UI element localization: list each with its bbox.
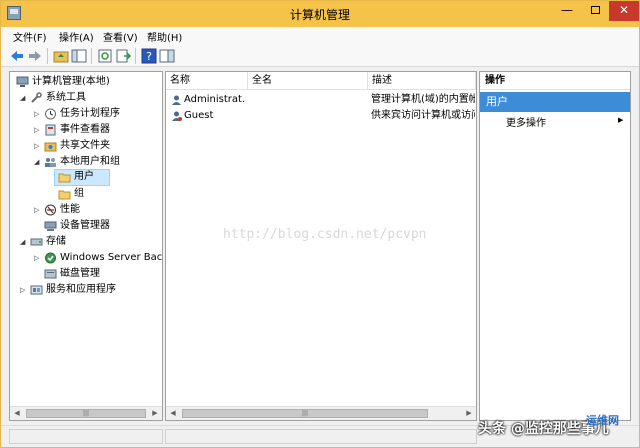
menu-help[interactable]: 帮助(H) — [147, 29, 182, 44]
storage-icon — [30, 238, 43, 246]
table-row[interactable]: Guest 供来宾访问计算机或访问 — [166, 108, 476, 124]
tree-item-event-viewer[interactable]: ▷ 事件查看器 — [12, 122, 160, 138]
device-manager-icon — [44, 221, 57, 231]
collapsed-arrow-icon[interactable]: ▷ — [34, 250, 42, 266]
collapsed-arrow-icon[interactable]: ▷ — [34, 122, 42, 138]
actions-section-users[interactable]: 用户 — [480, 92, 630, 112]
tree-item-disk-management[interactable]: 磁盘管理 — [12, 266, 160, 282]
minimize-button[interactable]: — — [553, 1, 581, 21]
forward-arrow-icon[interactable] — [27, 48, 43, 64]
window-title: 计算机管理 — [289, 8, 350, 22]
close-button[interactable]: ✕ — [609, 1, 639, 21]
user-icon — [172, 95, 181, 105]
overlay-logo: 运维网 — [586, 414, 619, 427]
clock-icon — [45, 108, 56, 120]
tree-item-local-users-groups[interactable]: ◢ 本地用户和组 — [12, 154, 160, 170]
shared-folder-icon — [44, 142, 57, 152]
disk-icon — [44, 269, 57, 279]
submenu-arrow-icon[interactable]: ▶ — [618, 116, 623, 124]
backup-icon — [45, 252, 56, 264]
toolbar: ? — [1, 45, 639, 67]
folder-icon — [58, 190, 71, 200]
refresh-icon[interactable] — [97, 48, 113, 64]
tree-item-computer-management[interactable]: 计算机管理(本地) — [12, 74, 160, 90]
collapsed-arrow-icon[interactable]: ▷ — [34, 106, 42, 122]
scroll-right-arrow-icon[interactable]: ▶ — [148, 407, 162, 420]
scroll-left-arrow-icon[interactable]: ◀ — [166, 407, 180, 420]
expanded-arrow-icon[interactable]: ◢ — [20, 90, 28, 106]
back-arrow-icon[interactable] — [9, 48, 25, 64]
computer-management-window: 计算机管理 — ✕ 文件(F) 操作(A) 查看(V) 帮助(H) ? 计算机管… — [0, 0, 640, 448]
tools-icon — [31, 92, 42, 103]
user-icon — [172, 111, 182, 121]
scroll-thumb[interactable]: ||| — [182, 409, 428, 418]
watermark-url: http://blog.csdn.net/pcvpn — [223, 227, 427, 242]
tree-item-shared-folders[interactable]: ▷ 共享文件夹 — [12, 138, 160, 154]
actions-pane: 操作 用户 更多操作 ▶ — [479, 71, 631, 421]
svg-text:?: ? — [146, 50, 152, 63]
tree-item-users[interactable]: 用户 — [54, 169, 110, 186]
user-description: 供来宾访问计算机或访问 — [371, 110, 475, 121]
show-hide-tree-icon[interactable] — [71, 48, 87, 64]
navigation-tree[interactable]: 计算机管理(本地) ◢ 系统工具 ▷ 任务计划程序 ▷ 事件查看器 ▷ 共享文件… — [9, 71, 163, 421]
maximize-button[interactable] — [581, 1, 609, 21]
menu-bar: 文件(F) 操作(A) 查看(V) 帮助(H) — [1, 27, 639, 45]
help-icon[interactable]: ? — [141, 48, 157, 64]
collapsed-arrow-icon[interactable]: ▷ — [34, 138, 42, 154]
scroll-thumb[interactable]: ||| — [26, 409, 146, 418]
properties-pane-icon[interactable] — [159, 48, 175, 64]
collapsed-arrow-icon[interactable]: ▷ — [20, 282, 28, 298]
folder-icon — [58, 173, 71, 183]
tree-item-services-applications[interactable]: ▷ 服务和应用程序 — [12, 282, 160, 298]
user-description: 管理计算机(域)的内置帐 — [371, 94, 475, 105]
up-folder-icon[interactable] — [53, 48, 69, 64]
tree-item-task-scheduler[interactable]: ▷ 任务计划程序 — [12, 106, 160, 122]
user-list[interactable]: 名称 全名 描述 Administrat... 管理计算机(域)的内置帐 Gue… — [165, 71, 477, 421]
users-icon — [45, 158, 56, 167]
table-row[interactable]: Administrat... 管理计算机(域)的内置帐 — [166, 92, 476, 108]
services-icon — [30, 285, 43, 295]
tree-item-windows-server-backup[interactable]: ▷ Windows Server Back — [12, 250, 162, 266]
event-viewer-icon — [45, 124, 56, 136]
tree-item-groups[interactable]: 组 — [12, 186, 160, 202]
collapsed-arrow-icon[interactable]: ▷ — [34, 202, 42, 218]
tree-item-system-tools[interactable]: ◢ 系统工具 — [12, 90, 160, 106]
more-actions-item[interactable]: 更多操作 — [506, 114, 546, 129]
user-name: Guest — [184, 110, 214, 121]
expanded-arrow-icon[interactable]: ◢ — [20, 234, 28, 250]
performance-icon — [45, 204, 56, 216]
menu-action[interactable]: 操作(A) — [59, 29, 94, 44]
scroll-left-arrow-icon[interactable]: ◀ — [10, 407, 24, 420]
column-header-fullname[interactable]: 全名 — [248, 72, 368, 90]
column-header-description[interactable]: 描述 — [368, 72, 476, 90]
expanded-arrow-icon[interactable]: ◢ — [34, 154, 42, 170]
column-header-name[interactable]: 名称 — [166, 72, 248, 90]
computer-icon — [16, 76, 29, 87]
tree-item-storage[interactable]: ◢ 存储 — [12, 234, 160, 250]
export-list-icon[interactable] — [115, 48, 131, 64]
menu-view[interactable]: 查看(V) — [103, 29, 138, 44]
tree-horizontal-scrollbar[interactable]: ◀ ||| ▶ — [10, 406, 162, 420]
menu-file[interactable]: 文件(F) — [13, 29, 47, 44]
list-horizontal-scrollbar[interactable]: ◀ ||| ▶ — [166, 406, 476, 420]
actions-header: 操作 — [480, 72, 630, 90]
tree-item-device-manager[interactable]: 设备管理器 — [12, 218, 160, 234]
tree-item-performance[interactable]: ▷ 性能 — [12, 202, 160, 218]
user-name: Administrat... — [184, 94, 246, 105]
scroll-right-arrow-icon[interactable]: ▶ — [462, 407, 476, 420]
title-bar[interactable]: 计算机管理 — ✕ — [1, 1, 639, 27]
